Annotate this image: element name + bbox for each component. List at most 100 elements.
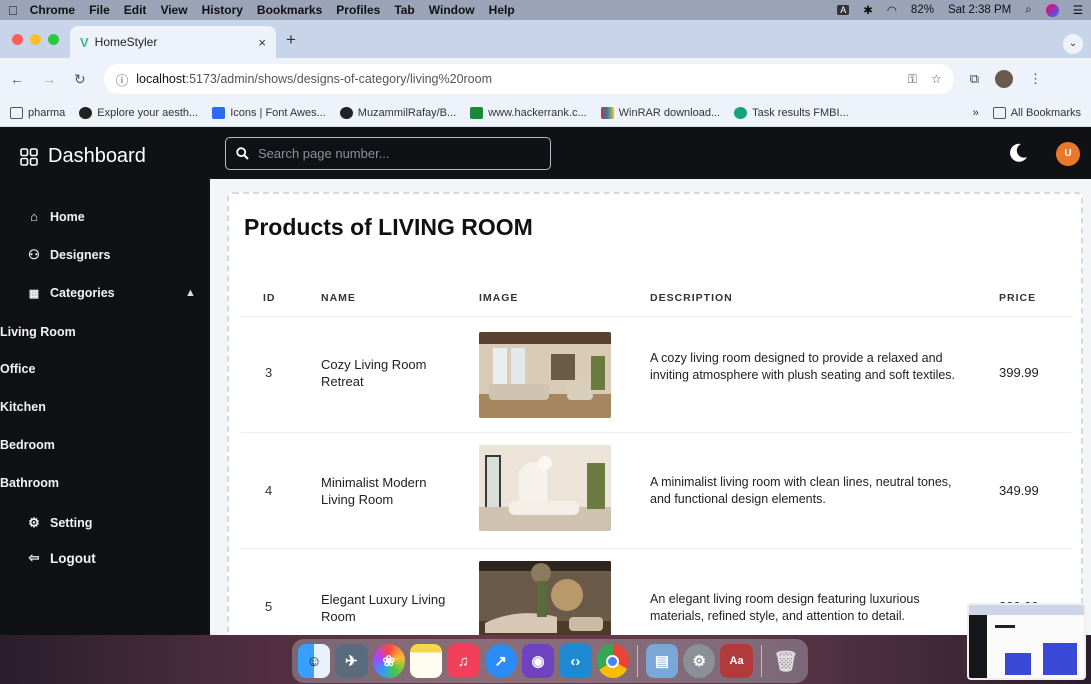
screenshot-thumbnail[interactable] bbox=[967, 603, 1086, 680]
bookmark-label: www.hackerrank.c... bbox=[488, 107, 587, 119]
sidebar: Dashboard ⌂ Home ⚇ Designers ▦ Categorie… bbox=[0, 127, 210, 635]
close-tab-icon[interactable]: × bbox=[258, 35, 266, 50]
user-avatar[interactable]: U bbox=[1056, 142, 1080, 166]
music-icon[interactable]: ♫ bbox=[447, 644, 480, 678]
topbar: U bbox=[210, 127, 1091, 179]
bookmark-task-results[interactable]: Task results FMBI... bbox=[734, 107, 849, 119]
vscode-icon[interactable]: ‹› bbox=[559, 644, 592, 678]
back-arrow-icon[interactable]: ← bbox=[10, 71, 24, 87]
more-bookmarks-button[interactable]: » bbox=[973, 107, 979, 119]
sidebar-item-living-room[interactable]: Living Room bbox=[0, 325, 76, 339]
chrome-menu-icon[interactable]: ⋮ bbox=[1029, 71, 1042, 87]
sidebar-item-label: Designers bbox=[50, 248, 111, 262]
bookmark-label: Task results FMBI... bbox=[752, 107, 849, 119]
dock-separator bbox=[636, 645, 638, 677]
bookmark-hackerrank[interactable]: www.hackerrank.c... bbox=[470, 107, 587, 119]
photos-icon[interactable]: ❀ bbox=[372, 644, 405, 678]
system-settings-icon[interactable]: ⚙ bbox=[683, 644, 716, 678]
table-row[interactable]: 4 Minimalist Modern Living Room A minima bbox=[229, 433, 1081, 549]
bookmark-star-icon[interactable]: ☆ bbox=[931, 72, 942, 87]
menu-help[interactable]: Help bbox=[489, 3, 515, 17]
menu-profiles[interactable]: Profiles bbox=[336, 3, 380, 17]
site-info-icon[interactable]: ⓘ bbox=[116, 70, 129, 89]
bookmarks-bar: pharma Explore your aesth... Icons | Fon… bbox=[0, 100, 1091, 127]
browser-tab[interactable]: V HomeStyler × bbox=[70, 26, 276, 58]
sidebar-item-bathroom[interactable]: Bathroom bbox=[0, 476, 59, 490]
tab-search-chevron-icon[interactable]: ⌄ bbox=[1063, 34, 1083, 54]
browser-toolbar: ← → ↻ ⓘ localhost :5173/admin/shows/desi… bbox=[0, 58, 1091, 100]
clock[interactable]: Sat 2:38 PM bbox=[948, 4, 1011, 16]
trash-icon[interactable]: 🗑 bbox=[770, 644, 802, 678]
sidebar-item-designers[interactable]: ⚇ Designers bbox=[26, 247, 110, 263]
dictionary-icon[interactable]: Aa bbox=[720, 644, 753, 678]
menu-history[interactable]: History bbox=[202, 3, 243, 17]
flag-icon bbox=[212, 107, 226, 119]
sidebar-item-label: Logout bbox=[50, 550, 96, 566]
menu-edit[interactable]: Edit bbox=[124, 3, 147, 17]
table-row[interactable]: 5 Elegant Luxury Living Room An elegant bbox=[229, 549, 1081, 635]
menu-tab[interactable]: Tab bbox=[394, 3, 414, 17]
input-source-icon[interactable]: A bbox=[837, 5, 850, 15]
address-bar[interactable]: ⓘ localhost :5173/admin/shows/designs-of… bbox=[103, 64, 954, 94]
menu-window[interactable]: Window bbox=[429, 3, 475, 17]
sidebar-item-logout[interactable]: ⇦ Logout bbox=[26, 550, 96, 566]
menu-view[interactable]: View bbox=[160, 3, 187, 17]
url-host: localhost bbox=[136, 72, 186, 86]
notes-icon[interactable] bbox=[409, 644, 443, 678]
row-description: A cozy living room designed to provide a… bbox=[650, 351, 956, 382]
maximize-window-button[interactable] bbox=[48, 34, 59, 45]
close-window-button[interactable] bbox=[12, 34, 23, 45]
chrome-tab-strip: V HomeStyler × + ⌄ bbox=[0, 20, 1091, 58]
profile-avatar[interactable] bbox=[995, 70, 1014, 88]
brand[interactable]: Dashboard bbox=[20, 145, 146, 168]
table-row[interactable]: 3 Cozy Living Room Retreat A cozy living… bbox=[229, 317, 1081, 433]
window-controls bbox=[12, 34, 59, 45]
row-description: A minimalist living room with clean line… bbox=[650, 475, 952, 506]
bookmark-winrar[interactable]: WinRAR download... bbox=[600, 107, 720, 119]
bookmark-explore[interactable]: Explore your aesth... bbox=[79, 107, 198, 119]
password-key-icon[interactable]: ⚿ bbox=[908, 72, 917, 87]
extensions-puzzle-icon[interactable]: ⧉ bbox=[970, 71, 979, 87]
sidebar-item-kitchen[interactable]: Kitchen bbox=[0, 400, 46, 414]
spotlight-icon[interactable]: ⌕ bbox=[1025, 4, 1031, 17]
dashboard-grid-icon bbox=[20, 147, 38, 166]
bluetooth-icon[interactable]: ✱ bbox=[863, 3, 873, 17]
menu-app-name[interactable]: Chrome bbox=[30, 3, 75, 17]
bookmark-fontawesome[interactable]: Icons | Font Awes... bbox=[212, 107, 326, 119]
products-card: Products of LIVING ROOM ID NAME IMAGE DE… bbox=[227, 192, 1083, 635]
github-desktop-icon[interactable]: ◉ bbox=[521, 644, 555, 678]
siri-icon[interactable] bbox=[1045, 3, 1059, 17]
sidebar-item-home[interactable]: ⌂ Home bbox=[26, 209, 85, 224]
control-center-icon[interactable]: ☰ bbox=[1073, 3, 1083, 17]
sidebar-item-bedroom[interactable]: Bedroom bbox=[0, 438, 55, 452]
column-header-id: ID bbox=[263, 292, 276, 304]
toolbar-right: ⧉ ⋮ bbox=[970, 70, 1042, 88]
new-tab-button[interactable]: + bbox=[286, 30, 296, 50]
compass-icon bbox=[79, 107, 93, 119]
bookmark-github[interactable]: MuzammilRafay/B... bbox=[339, 107, 457, 119]
all-bookmarks-button[interactable]: All Bookmarks bbox=[992, 107, 1081, 119]
sidebar-item-office[interactable]: Office bbox=[0, 362, 35, 376]
dark-mode-moon-icon[interactable] bbox=[1007, 142, 1029, 164]
row-price: 399.99 bbox=[999, 365, 1039, 380]
finder-icon[interactable]: ☺ bbox=[298, 644, 331, 678]
wifi-icon[interactable]: ◠ bbox=[887, 3, 897, 17]
menu-bookmarks[interactable]: Bookmarks bbox=[257, 3, 322, 17]
launchpad-icon[interactable]: ✈ bbox=[335, 644, 368, 678]
preview-icon[interactable]: ▤ bbox=[645, 644, 679, 678]
safari-icon[interactable]: ↗ bbox=[484, 644, 517, 678]
apple-icon[interactable]:  bbox=[8, 3, 18, 18]
search-input[interactable] bbox=[258, 146, 538, 161]
minimize-window-button[interactable] bbox=[30, 34, 41, 45]
chrome-icon[interactable] bbox=[596, 644, 629, 678]
battery-percent[interactable]: 82% bbox=[911, 4, 934, 16]
row-price: 349.99 bbox=[999, 483, 1039, 498]
bookmark-pharma[interactable]: pharma bbox=[10, 107, 65, 119]
sidebar-item-setting[interactable]: ⚙ Setting bbox=[26, 515, 92, 531]
menu-file[interactable]: File bbox=[89, 3, 110, 17]
bookmark-label: MuzammilRafay/B... bbox=[357, 107, 457, 119]
reload-icon[interactable]: ↻ bbox=[74, 71, 86, 88]
chevron-up-icon[interactable]: ▲ bbox=[185, 287, 196, 299]
forward-arrow-icon[interactable]: → bbox=[42, 71, 56, 87]
sidebar-item-categories[interactable]: ▦ Categories bbox=[26, 286, 115, 300]
